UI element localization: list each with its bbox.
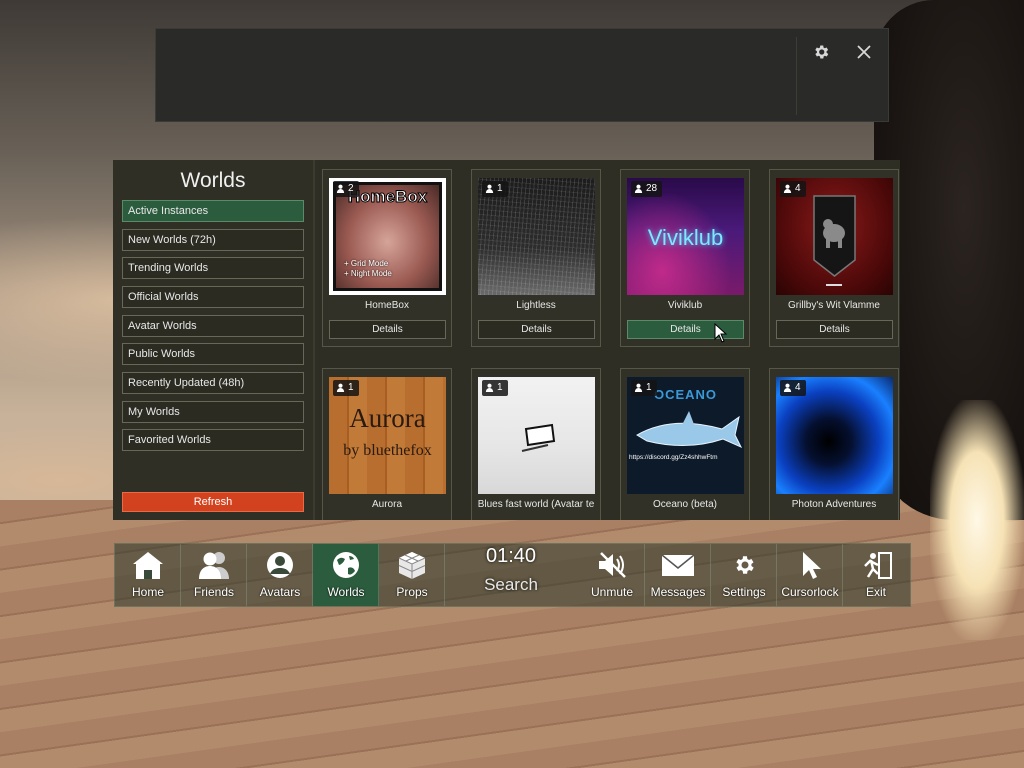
gear-icon: [736, 556, 754, 574]
details-button[interactable]: Details: [776, 320, 893, 339]
friends-icon: [199, 552, 229, 579]
world-card-lightless[interactable]: 1 Lightless Details: [471, 169, 601, 347]
player-count: 1: [482, 380, 508, 396]
world-name: Photon Adventures: [791, 499, 877, 510]
details-button[interactable]: Details: [329, 320, 446, 339]
world-card-grillbys[interactable]: 4 Grillby's Wit Vlamme Details: [769, 169, 899, 347]
user-icon: [336, 383, 345, 392]
dock-home-button[interactable]: Home: [115, 544, 181, 606]
search-button[interactable]: Search: [478, 575, 544, 595]
world-card-photon[interactable]: 4 Photon Adventures: [769, 368, 899, 520]
world-name: Oceano (beta): [653, 499, 717, 510]
world-name: Grillby's Wit Vlamme: [788, 300, 880, 311]
dock-cursorlock-button[interactable]: Cursorlock: [777, 544, 843, 606]
worlds-panel: Worlds Active Instances New Worlds (72h)…: [113, 160, 900, 520]
dock-exit-button[interactable]: Exit: [843, 544, 909, 606]
top-panel-separator: [796, 37, 797, 115]
sidebar-item-my-worlds[interactable]: My Worlds: [122, 401, 304, 423]
sidebar-item-recently-updated[interactable]: Recently Updated (48h): [122, 372, 304, 394]
sidebar-title: Worlds: [180, 169, 246, 192]
dock-friends-button[interactable]: Friends: [181, 544, 247, 606]
world-thumbnail[interactable]: 1: [478, 377, 595, 494]
globe-icon: [333, 552, 359, 578]
dock-messages-button[interactable]: Messages: [645, 544, 711, 606]
user-icon: [634, 383, 643, 392]
world-name: Viviklub: [667, 300, 703, 311]
thumbnail-line: + Night Mode: [344, 269, 392, 278]
player-count: 2: [333, 181, 359, 197]
world-card-viviklub[interactable]: Viviklub 28 Viviklub Details: [620, 169, 750, 347]
player-count: 4: [780, 181, 806, 197]
world-name: Lightless: [516, 300, 556, 311]
cursor-icon: [803, 552, 821, 579]
world-thumbnail[interactable]: 4: [776, 377, 893, 494]
player-count: 1: [333, 380, 359, 396]
thumbnail-subtitle: https://discord.gg/Zz4shhwFtm: [629, 454, 718, 461]
world-card-aurora[interactable]: Aurora by bluethefox 1 Aurora: [322, 368, 452, 520]
world-card-homebox[interactable]: HomeBox + Grid Mode + Night Mode 2 HomeB…: [322, 169, 452, 347]
panel-divider: [313, 160, 315, 520]
sidebar-item-new-worlds[interactable]: New Worlds (72h): [122, 229, 304, 251]
thumbnail-title: Aurora: [349, 403, 426, 433]
sidebar-item-favorited-worlds[interactable]: Favorited Worlds: [122, 429, 304, 451]
world-name: HomeBox: [365, 300, 409, 311]
gear-icon[interactable]: [810, 43, 832, 65]
sidebar-item-public-worlds[interactable]: Public Worlds: [122, 343, 304, 365]
thumbnail-title: Viviklub: [647, 225, 724, 250]
user-icon: [783, 383, 792, 392]
mute-icon: [599, 552, 626, 578]
world-thumbnail[interactable]: 4: [776, 178, 893, 295]
world-thumbnail[interactable]: OCEANO https://discord.gg/Zz4shhwFtm 1: [627, 377, 744, 494]
worlds-sidebar: Worlds Active Instances New Worlds (72h)…: [113, 160, 313, 520]
sidebar-item-avatar-worlds[interactable]: Avatar Worlds: [122, 315, 304, 337]
top-panel: [155, 28, 889, 122]
clock: 01:40: [485, 545, 537, 567]
user-icon: [783, 184, 792, 193]
player-count: 1: [631, 380, 657, 396]
user-icon: [634, 184, 643, 193]
close-icon[interactable]: [853, 43, 875, 65]
world-thumbnail[interactable]: Viviklub 28: [627, 178, 744, 295]
world-card-oceano[interactable]: OCEANO https://discord.gg/Zz4shhwFtm 1 O…: [620, 368, 750, 520]
world-thumbnail[interactable]: 1: [478, 178, 595, 295]
envelope-icon: [661, 554, 695, 576]
player-count: 1: [482, 181, 508, 197]
world-name: Aurora: [371, 499, 402, 510]
background-floor: [0, 500, 1024, 768]
exit-icon: [864, 552, 892, 579]
thumbnail-line: + Grid Mode: [344, 259, 389, 268]
world-name: Blues fast world (Avatar te: [477, 499, 595, 510]
sidebar-item-trending-worlds[interactable]: Trending Worlds: [122, 257, 304, 279]
player-count: 28: [631, 181, 663, 197]
user-icon: [485, 184, 494, 193]
avatar-icon: [267, 552, 293, 578]
mouse-cursor-icon: [714, 323, 728, 343]
user-icon: [485, 383, 494, 392]
details-button[interactable]: Details: [478, 320, 595, 339]
dock-unmute-button[interactable]: Unmute: [579, 544, 645, 606]
world-thumbnail[interactable]: HomeBox + Grid Mode + Night Mode 2: [329, 178, 446, 295]
world-thumbnail[interactable]: Aurora by bluethefox 1: [329, 377, 446, 494]
sidebar-item-official-worlds[interactable]: Official Worlds: [122, 286, 304, 308]
home-icon: [133, 552, 163, 579]
thumbnail-subtitle: by bluethefox: [343, 442, 432, 459]
cube-icon: [398, 552, 426, 579]
dock-settings-button[interactable]: Settings: [711, 544, 777, 606]
background-glow: [930, 400, 1024, 640]
refresh-button[interactable]: Refresh: [122, 492, 304, 512]
user-icon: [336, 184, 345, 193]
player-count: 4: [780, 380, 806, 396]
dock-props-button[interactable]: Props: [379, 544, 445, 606]
world-card-blues[interactable]: 1 Blues fast world (Avatar te: [471, 368, 601, 520]
dock-avatars-button[interactable]: Avatars: [247, 544, 313, 606]
sidebar-item-active-instances[interactable]: Active Instances: [122, 200, 304, 222]
dock-worlds-button[interactable]: Worlds: [313, 544, 379, 606]
